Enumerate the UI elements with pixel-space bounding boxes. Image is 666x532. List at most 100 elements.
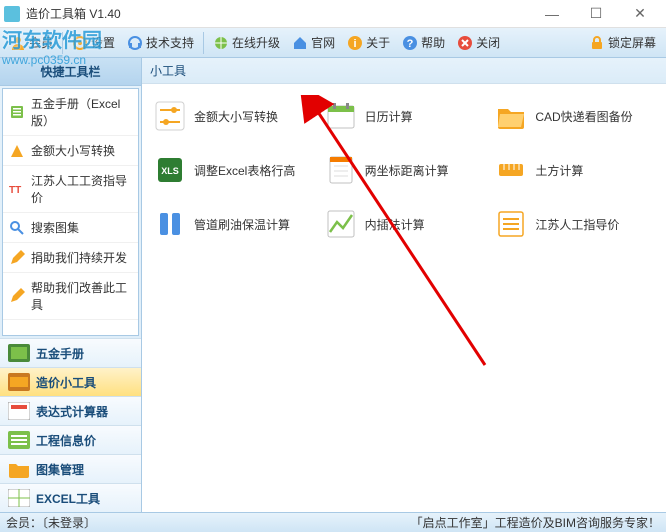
sidebar-link-wage[interactable]: TT 江苏人工工资指导价 [3,166,138,213]
app-icon [4,6,20,22]
help-icon: ? [402,35,418,51]
calc-icon [8,402,30,420]
tool-calendar[interactable]: 日历计算 [323,98,486,134]
text-icon: TT [9,181,25,197]
main-panel: 小工具 金额大小写转换 日历计算 CAD快递看图备份 XLS 调整Excel表格… [142,58,666,512]
xls-icon: XLS [154,154,186,186]
body: 快捷工具栏 五金手册（Excel版） 金额大小写转换 TT 江苏人工工资指导价 … [0,58,666,512]
nav-tools[interactable]: 造价小工具 [0,367,141,396]
tool-money-convert[interactable]: 金额大小写转换 [152,98,315,134]
info-icon: i [347,35,363,51]
svg-text:TT: TT [9,185,21,196]
close-app-button[interactable]: 关闭 [451,32,506,53]
sidebar-links: 五金手册（Excel版） 金额大小写转换 TT 江苏人工工资指导价 搜索图集 捐… [2,88,139,336]
svg-text:i: i [354,38,357,50]
tool-excel-rowheight[interactable]: XLS 调整Excel表格行高 [152,152,315,188]
sidebar-link-label: 金额大小写转换 [31,142,115,159]
tool-label: 日历计算 [365,108,413,125]
sidebar-title: 快捷工具栏 [0,58,141,86]
tool-label: 江苏人工指导价 [535,216,619,233]
folder-icon [8,460,30,478]
home-icon [292,35,308,51]
window-title: 造价工具箱 V1.40 [26,5,530,22]
nav-album[interactable]: 图集管理 [0,454,141,483]
maximize-button[interactable]: ☐ [574,1,618,27]
tool-label: 管道刷油保温计算 [194,216,290,233]
sidebar-link-hardware[interactable]: 五金手册（Excel版） [3,89,138,136]
gear-icon [72,35,88,51]
svg-text:XLS: XLS [161,166,179,176]
upgrade-button[interactable]: 在线升级 [207,32,286,53]
tool-grid: 金额大小写转换 日历计算 CAD快递看图备份 XLS 调整Excel表格行高 两… [142,84,666,256]
chart-icon [325,208,357,240]
techsupport-button[interactable]: 技术支持 [121,32,200,53]
settings-button[interactable]: 设置 [66,32,121,53]
tool-label: 土方计算 [535,162,583,179]
grid-icon [8,489,30,507]
sidebar-link-label: 捐助我们持续开发 [31,249,127,266]
tool-label: CAD快递看图备份 [535,108,632,125]
list-icon [495,208,527,240]
toolbar: 会员 设置 技术支持 在线升级 官网 i 关于 ? 帮助 关闭 锁定屏幕 [0,28,666,58]
sidebar-link-label: 五金手册（Excel版） [31,95,132,129]
search-icon [9,220,25,236]
status-right: 「启点工作室」工程造价及BIM咨询服务专家！ [411,514,660,531]
status-left: 会员：〔未登录〕 [6,514,96,531]
sidebar-nav: 五金手册 造价小工具 表达式计算器 工程信息价 图集管理 EXCEL工具 [0,338,141,512]
sidebar-link-donate[interactable]: 捐助我们持续开发 [3,243,138,273]
sidebar-link-money[interactable]: 金额大小写转换 [3,136,138,166]
tool-coord-distance[interactable]: 两坐标距离计算 [323,152,486,188]
headset-icon [127,35,143,51]
help-button[interactable]: ? 帮助 [396,32,451,53]
tool-label: 内插法计算 [365,216,425,233]
statusbar: 会员：〔未登录〕 「启点工作室」工程造价及BIM咨询服务专家！ [0,512,666,532]
tool-label: 两坐标距离计算 [365,162,449,179]
list-icon [8,431,30,449]
tool-cad-backup[interactable]: CAD快递看图备份 [493,98,656,134]
tool-earthwork[interactable]: 土方计算 [493,152,656,188]
minimize-button[interactable]: — [530,1,574,27]
ruler-icon [495,154,527,186]
tool-pipe-insulation[interactable]: 管道刷油保温计算 [152,206,315,242]
tool-interpolate[interactable]: 内插法计算 [323,206,486,242]
about-button[interactable]: i 关于 [341,32,396,53]
sidebar-link-label: 江苏人工工资指导价 [31,172,132,206]
main-title: 小工具 [142,58,666,84]
pencil-icon [9,288,25,304]
lock-icon [589,35,605,51]
tool-jiangsu-wage[interactable]: 江苏人工指导价 [493,206,656,242]
notebook-icon [325,154,357,186]
nav-hardware[interactable]: 五金手册 [0,338,141,367]
nav-excel[interactable]: EXCEL工具 [0,483,141,512]
nav-calculator[interactable]: 表达式计算器 [0,396,141,425]
sliders-icon [154,100,186,132]
pencil-icon [9,250,25,266]
folder-open-icon [495,100,527,132]
sidebar-link-label: 搜索图集 [31,219,79,236]
sidebar-link-improve[interactable]: 帮助我们改善此工具 [3,273,138,320]
nav-label: 工程信息价 [36,432,96,449]
ruler-icon [8,373,30,391]
calendar-icon [325,100,357,132]
book-icon [9,104,25,120]
columns-icon [154,208,186,240]
globe-icon [213,35,229,51]
lock-button[interactable]: 锁定屏幕 [583,32,662,53]
member-icon [10,35,26,51]
sidebar-link-search[interactable]: 搜索图集 [3,213,138,243]
book-green-icon [8,344,30,362]
close-button[interactable]: ✕ [618,1,662,27]
tool-label: 金额大小写转换 [194,108,278,125]
nav-label: 图集管理 [36,461,84,478]
nav-price[interactable]: 工程信息价 [0,425,141,454]
nav-label: EXCEL工具 [36,490,100,507]
nav-label: 五金手册 [36,345,84,362]
tool-label: 调整Excel表格行高 [194,162,295,179]
nav-label: 造价小工具 [36,374,96,391]
titlebar: 造价工具箱 V1.40 — ☐ ✕ [0,0,666,28]
official-button[interactable]: 官网 [286,32,341,53]
sidebar: 快捷工具栏 五金手册（Excel版） 金额大小写转换 TT 江苏人工工资指导价 … [0,58,142,512]
member-button[interactable]: 会员 [4,32,59,53]
svg-text:?: ? [407,38,414,50]
sidebar-link-label: 帮助我们改善此工具 [31,279,132,313]
